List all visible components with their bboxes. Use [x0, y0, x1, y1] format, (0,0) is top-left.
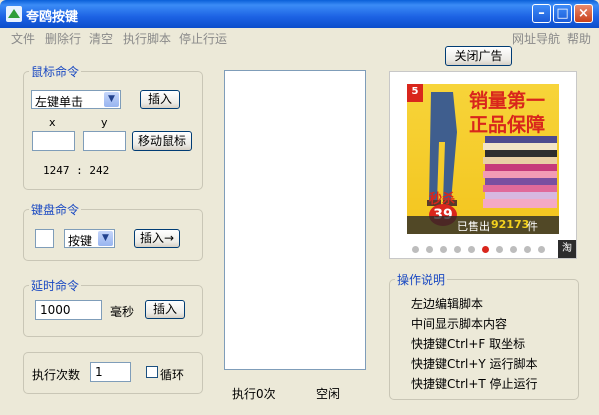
delay-command-title: 延时命令 [29, 277, 82, 294]
menu-bar: 文件 删除行 清空 执行脚本 停止行运 网址导航 帮助 [0, 28, 599, 46]
exec-count-input[interactable]: 1 [90, 362, 131, 382]
exec-count-status: 执行0次 [232, 387, 276, 401]
key-action-value: 按键 [68, 234, 93, 248]
folded-clothes-image [483, 136, 557, 208]
instruction-line: 中间显示脚本内容 [411, 317, 508, 331]
delay-input[interactable]: 1000 [35, 300, 102, 320]
keyboard-command-title: 键盘命令 [29, 201, 82, 218]
carousel-dot[interactable] [426, 246, 433, 253]
mouse-action-value: 左键单击 [35, 95, 84, 109]
chevron-down-icon: ▼ [104, 92, 119, 107]
instruction-line: 快捷键Ctrl+Y 运行脚本 [411, 357, 538, 371]
key-input[interactable] [35, 229, 54, 248]
menu-delete-line[interactable]: 删除行 [45, 30, 81, 47]
ad-sold-suffix: 件 [527, 220, 538, 233]
ad-banner-image[interactable]: 5 销量第一 正品保障 秒杀 39 已售出 92173 件 [407, 84, 559, 234]
instruction-line: 左边编辑脚本 [411, 297, 484, 311]
close-ad-button[interactable]: 关闭广告 [445, 46, 512, 66]
menu-clear[interactable]: 清空 [89, 30, 113, 47]
delay-insert-button[interactable]: 插入 [145, 300, 185, 319]
carousel-dot[interactable] [440, 246, 447, 253]
carousel-dot[interactable] [524, 246, 531, 253]
carousel-dot[interactable] [482, 246, 489, 253]
close-button[interactable]: × [574, 4, 593, 23]
ad-panel[interactable]: 5 销量第一 正品保障 秒杀 39 已售出 92173 件 淘 [389, 71, 577, 259]
loop-label: 循环 [160, 368, 185, 382]
minimize-button[interactable]: – [532, 4, 551, 23]
y-input[interactable] [83, 131, 126, 151]
x-input[interactable] [32, 131, 75, 151]
key-action-select[interactable]: 按键 ▼ [64, 229, 115, 248]
close-icon: × [578, 6, 589, 21]
app-icon [6, 6, 22, 22]
menu-run-script[interactable]: 执行脚本 [123, 30, 171, 47]
ad-sold-bar: 已售出 92173 件 [407, 216, 559, 234]
ad-headline-1: 销量第一 [469, 90, 546, 112]
carousel-dot[interactable] [496, 246, 503, 253]
instruction-line: 快捷键Ctrl+T 停止运行 [411, 377, 538, 391]
chevron-down-icon: ▼ [98, 231, 113, 246]
mouse-action-select[interactable]: 左键单击 ▼ [31, 90, 121, 109]
instructions-title: 操作说明 [395, 271, 448, 288]
carousel-dot[interactable] [412, 246, 419, 253]
mouse-command-title: 鼠标命令 [29, 63, 82, 80]
window-title: 夸鸥按键 [26, 10, 79, 25]
move-mouse-button[interactable]: 移动鼠标 [132, 131, 192, 151]
ad-sold-prefix: 已售出 [457, 220, 490, 233]
carousel-dot[interactable] [454, 246, 461, 253]
taobao-icon[interactable]: 淘 [558, 240, 576, 258]
mouse-insert-button[interactable]: 插入 [140, 90, 180, 109]
menu-nav[interactable]: 网址导航 [512, 30, 560, 47]
menu-help[interactable]: 帮助 [567, 30, 591, 47]
run-state-status: 空闲 [316, 387, 341, 401]
instruction-line: 快捷键Ctrl+F 取坐标 [411, 337, 526, 351]
exec-count-label: 执行次数 [32, 368, 81, 382]
keyboard-insert-button[interactable]: 插入→ [134, 229, 180, 248]
script-content-area[interactable] [224, 70, 366, 370]
y-label: y [101, 116, 108, 129]
menu-file[interactable]: 文件 [11, 30, 35, 47]
carousel-dot[interactable] [538, 246, 545, 253]
maximize-icon: □ [556, 6, 569, 21]
title-bar[interactable]: 夸鸥按键 – □ × [0, 0, 599, 28]
ad-sold-count: 92173 [491, 218, 530, 231]
menu-stop[interactable]: 停止行运 [179, 30, 227, 47]
carousel-dot[interactable] [510, 246, 517, 253]
carousel-dot[interactable] [468, 246, 475, 253]
minimize-icon: – [538, 6, 545, 21]
mouse-coords: 1247 : 242 [43, 164, 110, 177]
loop-checkbox[interactable] [146, 366, 158, 378]
maximize-button[interactable]: □ [553, 4, 572, 23]
x-label: x [49, 116, 56, 129]
ad-headline-2: 正品保障 [469, 114, 546, 136]
delay-unit: 毫秒 [110, 305, 135, 319]
